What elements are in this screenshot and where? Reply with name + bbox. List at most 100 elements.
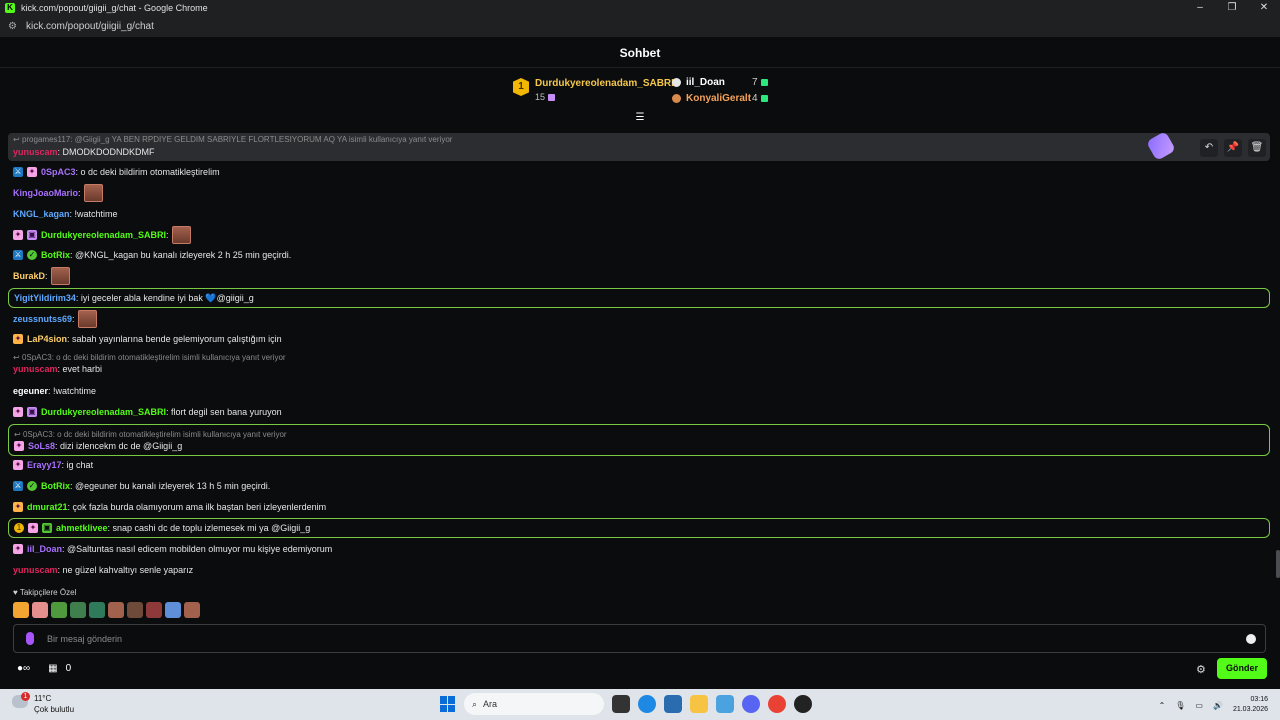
mic-tray-icon[interactable]: 🎙: [1175, 701, 1185, 710]
butterfly-badge-icon: ✦: [13, 460, 23, 470]
volume-icon[interactable]: 🔊: [1213, 701, 1223, 710]
task-view-icon[interactable]: [612, 695, 630, 713]
chat-message[interactable]: ✦ LaP4sion: sabah yayınlarına bende gele…: [13, 334, 282, 344]
pinned-message[interactable]: ↩ progames117: @Giigii_g YA BEN RPDIYE G…: [8, 130, 1270, 162]
gift-icon: [760, 78, 768, 86]
chat-message[interactable]: ✦ iil_Doan: @Saltuntas nasıl edicem mobi…: [13, 544, 332, 554]
emote-icon[interactable]: [127, 602, 143, 618]
chat-message[interactable]: KNGL_kagan: !watchtime: [13, 209, 118, 219]
taskbar-search[interactable]: ⌕ Ara: [464, 693, 604, 715]
maximize-button[interactable]: ❐: [1216, 0, 1248, 16]
emote-icon: [50, 267, 70, 285]
silver-medal-icon: [672, 77, 681, 87]
message-input-box[interactable]: [13, 624, 1266, 653]
chat-message-highlighted[interactable]: YigitYildirim34: iyi geceler abla kendin…: [8, 288, 1270, 308]
emote-icon[interactable]: [108, 602, 124, 618]
butterfly-badge-icon: ✦: [14, 440, 24, 451]
chat-message[interactable]: egeuner: !watchtime: [13, 386, 96, 396]
discord-icon[interactable]: [742, 695, 760, 713]
reply-reference: ↩ progames117: @Giigii_g YA BEN RPDIYE G…: [13, 135, 453, 144]
pin-icon[interactable]: 📌: [1224, 139, 1242, 157]
site-settings-icon[interactable]: ⚙: [8, 21, 20, 32]
chat-message-reply[interactable]: ↩ 0SpAC3: o dc deki bildirim otomatikleş…: [13, 353, 286, 374]
chat-message[interactable]: ⚔ ✦ 0SpAC3: o dc deki bildirim otomatikle…: [13, 167, 220, 177]
chat-message[interactable]: yunuscam: ne güzel kahvaltıyı senle yapa…: [13, 565, 193, 575]
chat-message-highlighted[interactable]: ↩ 0SpAC3: o dc deki bildirim otomatikleş…: [8, 424, 1270, 456]
chat-message[interactable]: ✦ ▣ Durdukyereolenadam_SABRI:: [13, 226, 191, 244]
chat-message[interactable]: ✦ ▣ Durdukyereolenadam_SABRI: flort degil…: [13, 407, 282, 417]
emote-icon: [83, 184, 103, 202]
butterfly-badge-icon: ✦: [13, 230, 23, 240]
chat-message[interactable]: ✦ dmurat21: çok fazla burda olamıyorum a…: [13, 502, 326, 512]
leaderboard-row[interactable]: KonyaliGeralt 4: [672, 93, 768, 104]
mic-icon[interactable]: [26, 632, 34, 645]
chat-feed[interactable]: ↩ progames117: @Giigii_g YA BEN RPDIYE G…: [0, 124, 1280, 580]
chat-message[interactable]: ✦ Erayy17: ig chat: [13, 460, 93, 470]
tray-chevron-icon[interactable]: ⌃: [1159, 701, 1166, 710]
settings-gear-icon[interactable]: ⚙: [1196, 663, 1206, 676]
clock[interactable]: 03:16 21.03.2026: [1233, 695, 1268, 715]
chat-message-highlighted[interactable]: 1 ✦ ▣ ahmetklivee: snap cashi dc de toplu …: [8, 518, 1270, 538]
emote-icon[interactable]: [32, 602, 48, 618]
search-icon: ⌕: [472, 698, 478, 709]
chat-message[interactable]: ⚔ ✓ BotRix: @egeuner bu kanalı izleyerek …: [13, 481, 270, 491]
message-input[interactable]: [47, 629, 1227, 649]
chat-message[interactable]: zeussnutss69:: [13, 310, 97, 328]
gift-icon: [548, 94, 556, 102]
emote-icon[interactable]: [51, 602, 67, 618]
butterfly-badge-icon: ✦: [13, 407, 23, 417]
chat-message[interactable]: ⚔ ✓ BotRix: @KNGL_kagan bu kanalı izleyer…: [13, 250, 291, 260]
gifter-badge-icon: ▣: [42, 523, 52, 533]
page-title: Sohbet: [0, 39, 1280, 68]
emote-icon[interactable]: [165, 602, 181, 618]
leader-name[interactable]: Durdukyereolenadam_SABRI: [535, 78, 674, 89]
trash-icon[interactable]: 🗑: [1248, 139, 1266, 157]
address-bar: ⚙ kick.com/popout/giigii_g/chat: [0, 16, 1280, 38]
emote-icon[interactable]: [89, 602, 105, 618]
temperature: 11°C: [34, 694, 52, 703]
network-icon[interactable]: ▭: [1195, 701, 1203, 710]
close-button[interactable]: ✕: [1248, 0, 1280, 16]
scrollbar[interactable]: [1276, 550, 1280, 578]
verified-badge-icon: ✓: [27, 481, 37, 491]
collapse-leaderboard-icon[interactable]: ☰: [633, 112, 647, 123]
channel-points[interactable]: ●∞ ▦ 0: [17, 663, 71, 674]
moderator-badge-icon: ⚔: [13, 167, 23, 177]
verified-badge-icon: ✓: [27, 250, 37, 260]
emoji-icon[interactable]: [1246, 634, 1256, 644]
minimize-button[interactable]: –: [1184, 0, 1216, 16]
followers-only-label: ♥ Takipçilere Özel: [13, 588, 77, 597]
bronze-medal-icon: [672, 93, 681, 103]
window-controls: – ❐ ✕: [1184, 0, 1280, 16]
chat-message[interactable]: KingJoaoMario:: [13, 184, 103, 202]
browser-titlebar: K kick.com/popout/giigii_g/chat - Google…: [0, 0, 1280, 16]
send-button[interactable]: Gönder: [1217, 658, 1267, 679]
emote-bar: [13, 602, 200, 618]
store-icon[interactable]: [664, 695, 682, 713]
emote-icon: [171, 226, 191, 244]
settings-app-icon[interactable]: [716, 695, 734, 713]
weather-desc: Çok bulutlu: [34, 705, 75, 714]
url-text[interactable]: kick.com/popout/giigii_g/chat: [26, 21, 154, 32]
windows-start-icon[interactable]: [440, 696, 456, 712]
butterfly-badge-icon: ✦: [13, 544, 23, 554]
chrome-icon[interactable]: [768, 695, 786, 713]
reply-icon[interactable]: ↶: [1200, 139, 1218, 157]
steam-icon[interactable]: [794, 695, 812, 713]
emote-icon[interactable]: [13, 602, 29, 618]
chat-message[interactable]: BurakD:: [13, 267, 70, 285]
pinned-actions: ↶ 📌 🗑: [1200, 139, 1266, 157]
folder-icon[interactable]: [690, 695, 708, 713]
leaderboard-row[interactable]: iil_Doan 7: [672, 77, 768, 88]
store-icon[interactable]: ▦: [48, 663, 57, 674]
leader-count: 15: [535, 92, 556, 102]
infinity-icon: ●∞: [17, 663, 31, 674]
sticker-icon: [1145, 130, 1177, 162]
gold-badge-icon: 1: [14, 523, 24, 533]
emote-icon[interactable]: [184, 602, 200, 618]
emote-icon[interactable]: [70, 602, 86, 618]
butterfly-badge-icon: ✦: [13, 502, 23, 512]
edge-icon[interactable]: [638, 695, 656, 713]
emote-icon[interactable]: [146, 602, 162, 618]
notification-badge: 1: [21, 692, 30, 701]
